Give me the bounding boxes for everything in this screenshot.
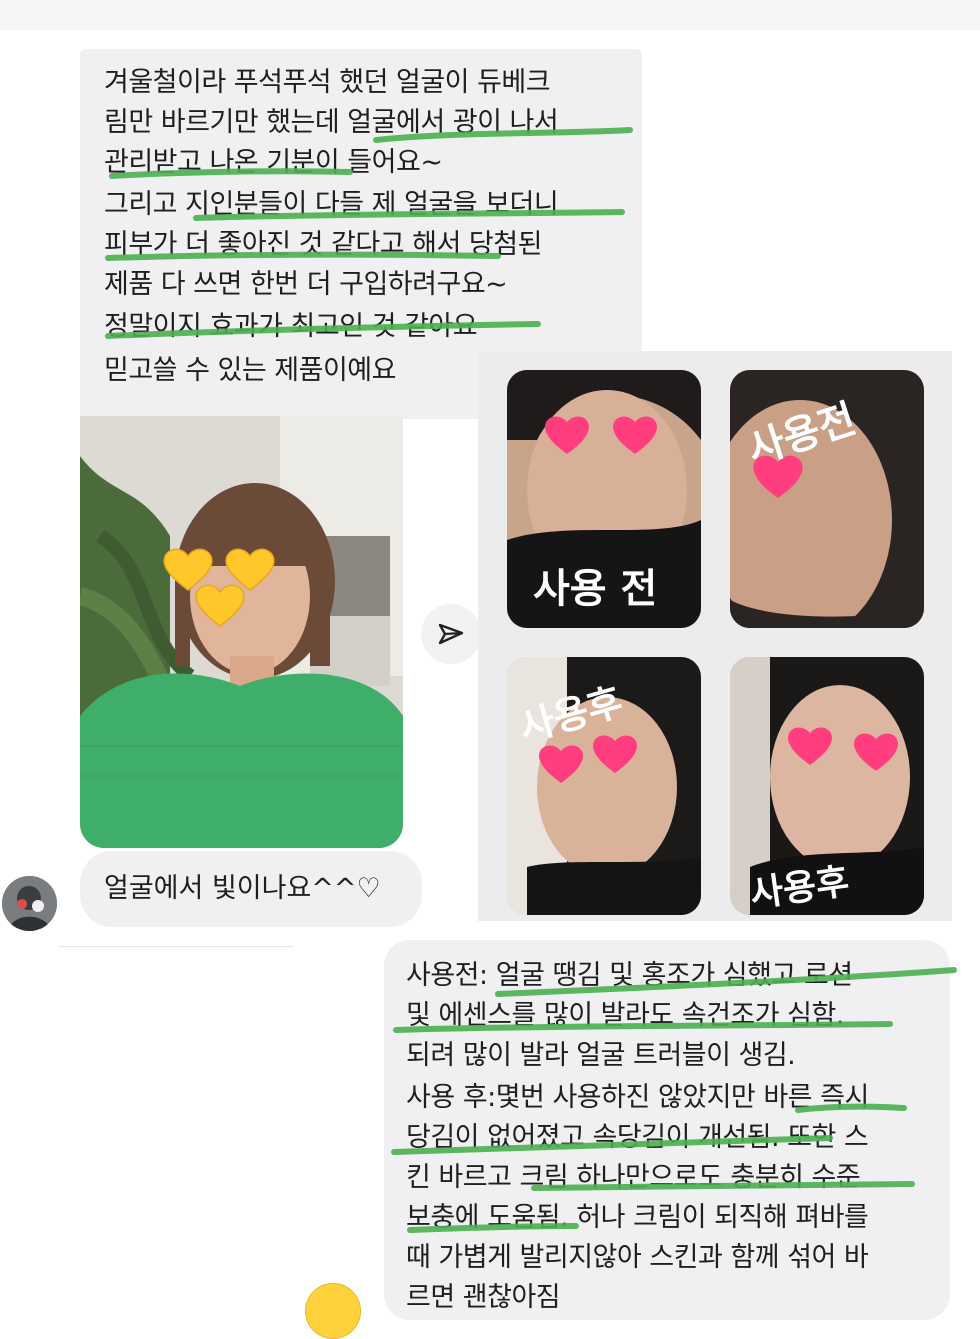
message-line: 그리고 지인분들이 다들 제 얼굴을 보더니 (104, 189, 559, 220)
message-line: 관리받고 나온 기분이 들어요~ (104, 147, 443, 178)
message-line: 사용전: 얼굴 땡김 및 홍조가 심했고 로션 (406, 960, 853, 991)
divider (58, 946, 294, 947)
message-line: 보충에 도움됨. 허나 크림이 되직해 펴바를 (406, 1202, 869, 1233)
message-line: 제품 다 쓰면 한번 더 구입하려구요~ (104, 269, 508, 300)
emoji-avatar (305, 1283, 361, 1339)
avatar-image[interactable] (2, 876, 57, 931)
photo-after-2: 사용후 (730, 657, 924, 915)
message-line: 피부가 더 좋아진 것 같다고 해서 당첨된 (104, 229, 542, 260)
photo-before-1: 사용 전 (507, 370, 701, 628)
photo-after-1: 사용후 (507, 657, 701, 915)
send-icon (438, 623, 464, 645)
top-bar (0, 0, 980, 30)
photo-before-2: 사용전 (730, 370, 924, 628)
message-line: 당김이 없어졌고 속당김이 개선됨. 또한 스 (406, 1122, 869, 1153)
selfie-photo[interactable] (80, 416, 403, 848)
message-line: 믿고쓸 수 있는 제품이예요 (104, 355, 397, 386)
message-line: 되려 많이 발라 얼굴 트러블이 생김. (406, 1040, 796, 1071)
message-line: 때 가볍게 발리지않아 스킨과 함께 섞어 바 (406, 1242, 869, 1273)
message-bubble-reply: 얼굴에서 빛이나요^^♡ (80, 851, 422, 927)
message-line: 사용 후:몇번 사용하진 않았지만 바른 즉시 (406, 1082, 869, 1113)
message-bubble-detail: 사용전: 얼굴 땡김 및 홍조가 심했고 로션 및 에센스를 많이 발라도 속건… (384, 940, 950, 1320)
message-line: 킨 바르고 크림 하나만으로도 충분히 수준 (406, 1162, 861, 1193)
message-line: 정말이지 효과가 최고인 것 같아요 (104, 311, 478, 342)
share-button[interactable] (421, 604, 481, 664)
before-after-collage[interactable]: 사용 전 사용전 사용후 사용후 (478, 351, 952, 921)
message-line: 겨울철이라 푸석푸석 했던 얼굴이 듀베크 (104, 67, 551, 98)
message-line: 림만 바르기만 했는데 얼굴에서 광이 나서 (104, 107, 559, 138)
reply-text: 얼굴에서 빛이나요^^♡ (104, 873, 381, 904)
photo-label: 사용 전 (533, 566, 657, 612)
message-line: 및 에센스를 많이 발라도 속건조가 심함. (406, 1000, 844, 1031)
message-line: 르면 괜찮아짐 (406, 1282, 561, 1313)
